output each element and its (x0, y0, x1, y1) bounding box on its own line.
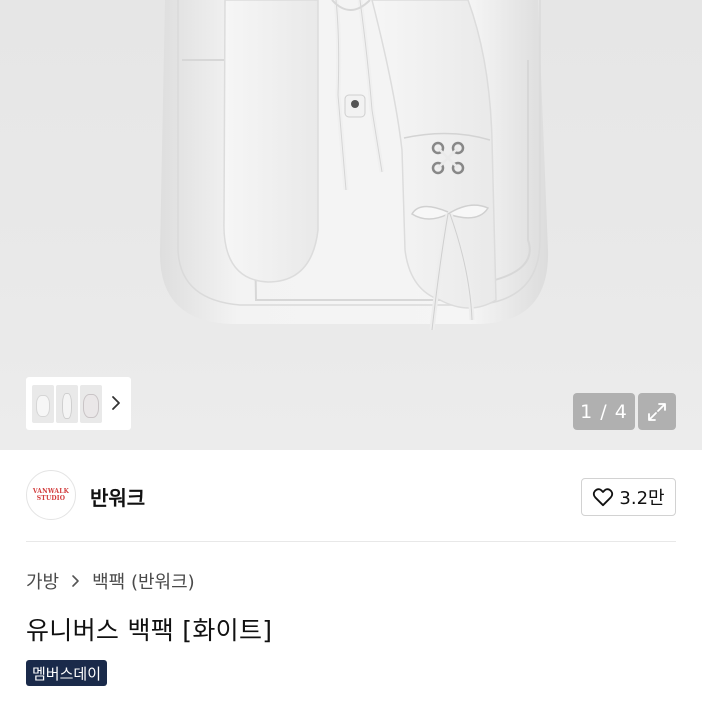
seller-logo-line2: STUDIO (36, 495, 66, 502)
thumbnail-front[interactable] (32, 384, 54, 423)
chevron-right-icon[interactable] (109, 393, 123, 413)
product-image-gallery[interactable]: 1 / 4 (0, 0, 702, 450)
image-counter: 1 / 4 (573, 393, 635, 430)
seller-section: VANWALK STUDIO 반워크 3.2만 (0, 450, 702, 541)
expand-image-button[interactable] (638, 393, 676, 430)
seller-logo-line1: VANWALK (32, 488, 70, 495)
breadcrumb-category[interactable]: 가방 (26, 568, 59, 594)
chevron-right-icon (72, 575, 79, 587)
thumbnail-back[interactable] (80, 384, 102, 423)
thumbnail-side[interactable] (56, 384, 78, 423)
members-day-badge: 멤버스데이 (26, 660, 108, 686)
breadcrumb: 가방 백팩 (반워크) (26, 568, 195, 594)
thumbnail-strip[interactable] (26, 377, 131, 430)
seller-name[interactable]: 반워크 (90, 482, 145, 511)
breadcrumb-subcategory[interactable]: 백팩 (반워크) (92, 568, 195, 594)
seller-logo[interactable]: VANWALK STUDIO (26, 470, 76, 520)
expand-arrows-icon (648, 402, 666, 421)
like-button[interactable]: 3.2만 (581, 478, 676, 516)
product-title: 유니버스 백팩 [화이트] (26, 616, 273, 645)
like-count: 3.2만 (619, 488, 665, 509)
section-divider (26, 541, 676, 542)
heart-outline-icon (593, 488, 614, 507)
